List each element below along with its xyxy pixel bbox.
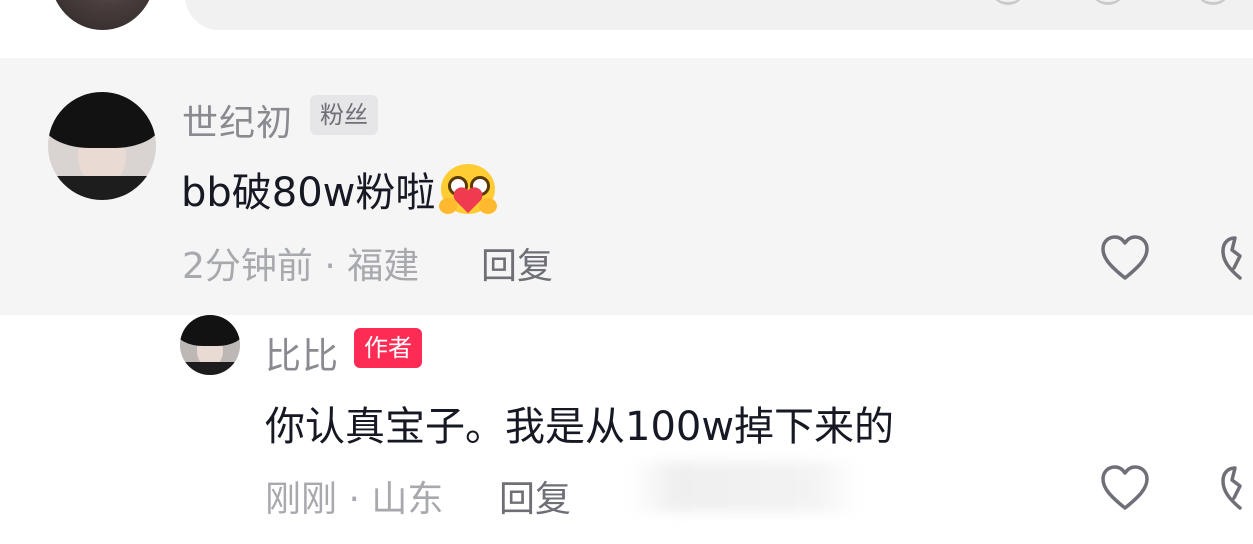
avatar[interactable] — [48, 92, 156, 200]
reply-button[interactable]: 回复 — [499, 470, 571, 522]
author-badge: 作者 — [354, 328, 422, 368]
comment-input-bar[interactable] — [185, 0, 1253, 30]
comment-time-location: 2分钟前 · 福建 — [182, 246, 420, 287]
fan-badge: 粉丝 — [310, 95, 378, 135]
avatar-hair — [48, 92, 156, 149]
avatar-shirt — [180, 361, 240, 375]
reply-time-location: 刚刚 · 山东 — [265, 479, 444, 520]
dislike-broken-heart-icon[interactable] — [1220, 234, 1253, 282]
like-heart-icon[interactable] — [1100, 464, 1150, 512]
dislike-broken-heart-icon[interactable] — [1220, 464, 1253, 512]
reply-text: 你认真宝子。我是从100w掉下来的 — [265, 404, 895, 450]
author-avatar[interactable] — [180, 315, 240, 375]
comment-text: bb破80w粉啦 — [181, 160, 498, 220]
avatar-shirt — [48, 176, 156, 200]
comment-text-content: bb破80w粉啦 — [181, 170, 436, 216]
blurred-region — [630, 462, 860, 512]
username[interactable]: 世纪初 — [182, 94, 293, 146]
avatar-hair — [180, 315, 240, 347]
previous-avatar[interactable] — [50, 0, 155, 30]
reply-button[interactable]: 回复 — [481, 237, 553, 289]
author-username[interactable]: 比比 — [265, 327, 339, 379]
like-heart-icon[interactable] — [1100, 234, 1150, 282]
heart-hug-emoji-icon — [439, 162, 498, 220]
